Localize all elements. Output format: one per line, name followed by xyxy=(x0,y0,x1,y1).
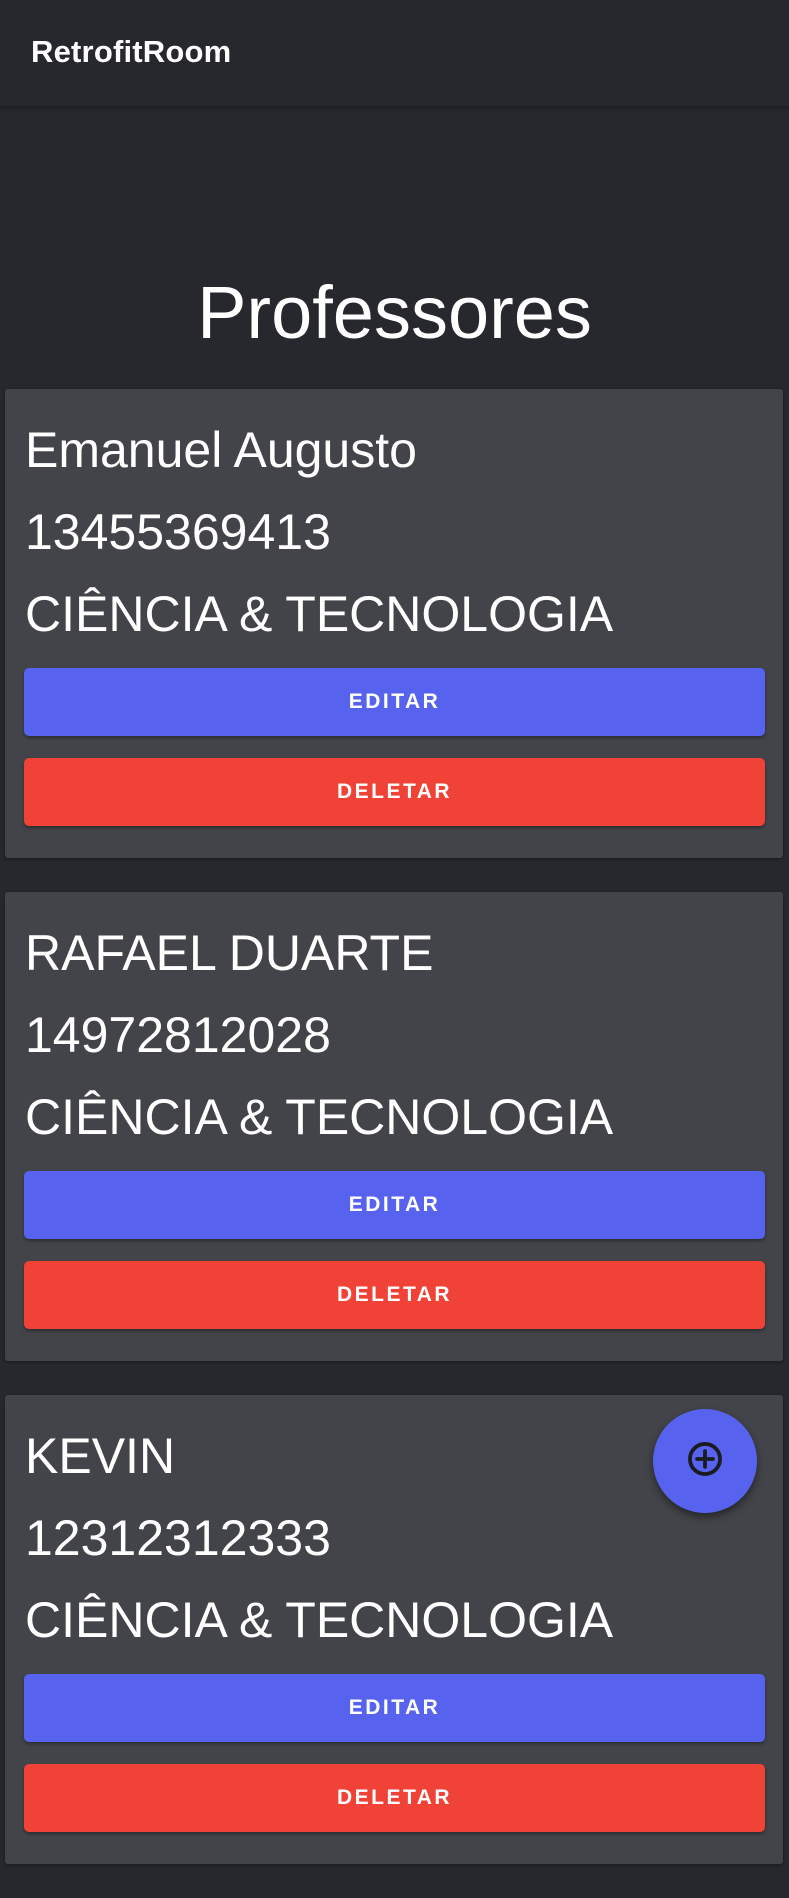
professor-id: 12312312333 xyxy=(25,1510,331,1566)
professor-department: CIÊNCIA & TECNOLOGIA xyxy=(25,1592,614,1648)
add-professor-button[interactable] xyxy=(653,1409,757,1513)
professor-department: CIÊNCIA & TECNOLOGIA xyxy=(25,1089,614,1145)
page-title: Professores xyxy=(197,271,592,354)
delete-button[interactable]: DELETAR xyxy=(24,1764,765,1832)
app-bar: RetrofitRoom xyxy=(0,0,789,106)
professor-card: Emanuel Augusto 13455369413 CIÊNCIA & TE… xyxy=(5,389,783,858)
delete-button[interactable]: DELETAR xyxy=(24,758,765,826)
professor-list[interactable]: Emanuel Augusto 13455369413 CIÊNCIA & TE… xyxy=(5,389,783,1898)
edit-button[interactable]: EDITAR xyxy=(24,1674,765,1742)
professor-department: CIÊNCIA & TECNOLOGIA xyxy=(25,586,614,642)
professor-name: RAFAEL DUARTE xyxy=(25,925,434,981)
add-circle-outline-icon xyxy=(686,1440,724,1483)
professor-id: 13455369413 xyxy=(25,504,331,560)
edit-button[interactable]: EDITAR xyxy=(24,668,765,736)
edit-button[interactable]: EDITAR xyxy=(24,1171,765,1239)
delete-button[interactable]: DELETAR xyxy=(24,1261,765,1329)
professor-name: Emanuel Augusto xyxy=(25,422,417,478)
professor-id: 14972812028 xyxy=(25,1007,331,1063)
app-title: RetrofitRoom xyxy=(31,34,232,69)
professor-card: RAFAEL DUARTE 14972812028 CIÊNCIA & TECN… xyxy=(5,892,783,1361)
